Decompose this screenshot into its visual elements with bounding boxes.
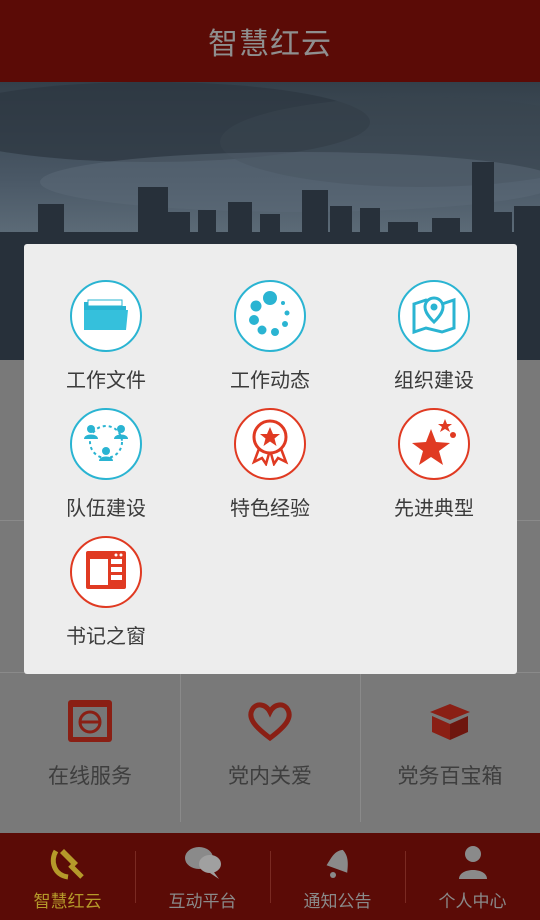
- menu-item-label: 先进典型: [394, 496, 474, 520]
- heart-icon: [180, 698, 360, 746]
- menu-item-label: 特色经验: [230, 496, 310, 520]
- menu-item-work-news[interactable]: 工作动态: [188, 280, 352, 393]
- menu-icon-circle: [70, 280, 142, 352]
- menu-item-label: 队伍建设: [66, 496, 146, 520]
- menu-item-team-building[interactable]: 队伍建设: [24, 408, 188, 521]
- menu-item-label: 工作动态: [230, 368, 310, 392]
- menu-icon-circle: [398, 408, 470, 480]
- service-online[interactable]: 在线服务: [0, 672, 180, 832]
- tab-notices[interactable]: 通知公告: [270, 833, 405, 920]
- map-pin-icon: [410, 292, 458, 340]
- loading-dots-icon: [245, 289, 295, 343]
- tab-label: 个人中心: [438, 892, 507, 912]
- window-icon: [84, 549, 128, 595]
- online-service-icon: [0, 698, 180, 746]
- menu-icon-circle: [398, 280, 470, 352]
- service-label: 党内关爱: [228, 764, 312, 788]
- team-icon: [81, 419, 131, 469]
- service-label: 在线服务: [48, 764, 132, 788]
- tab-label: 互动平台: [168, 892, 237, 912]
- menu-item-label: 组织建设: [394, 368, 474, 392]
- page-title: 智慧红云: [208, 27, 332, 62]
- chat-bubbles-icon: [135, 843, 270, 881]
- menu-item-work-files[interactable]: 工作文件: [24, 280, 188, 393]
- star-icon: [409, 417, 459, 471]
- treasure-box-icon: [360, 698, 540, 746]
- tab-label: 智慧红云: [33, 892, 102, 912]
- bottom-tab-bar: 智慧红云 互动平台 通知公告 个人中心: [0, 833, 540, 920]
- menu-icon-circle: [234, 408, 306, 480]
- tab-interaction[interactable]: 互动平台: [135, 833, 270, 920]
- service-toolbox[interactable]: 党务百宝箱: [360, 672, 540, 832]
- service-care[interactable]: 党内关爱: [180, 672, 360, 832]
- party-emblem-icon: [0, 843, 135, 881]
- app-header: 智慧红云: [0, 0, 540, 82]
- tab-profile[interactable]: 个人中心: [405, 833, 540, 920]
- menu-item-secretary-window[interactable]: 书记之窗: [24, 536, 188, 649]
- award-ribbon-icon: [246, 418, 294, 470]
- tab-home[interactable]: 智慧红云: [0, 833, 135, 920]
- menu-icon-circle: [234, 280, 306, 352]
- menu-item-advanced-models[interactable]: 先进典型: [352, 408, 516, 521]
- menu-icon-circle: [70, 536, 142, 608]
- person-icon: [405, 843, 540, 881]
- bell-icon: [270, 843, 405, 881]
- tab-label: 通知公告: [303, 892, 372, 912]
- menu-item-label: 书记之窗: [66, 624, 146, 648]
- menu-item-org-building[interactable]: 组织建设: [352, 280, 516, 393]
- service-label: 党务百宝箱: [397, 764, 503, 788]
- menu-item-label: 工作文件: [66, 368, 146, 392]
- menu-item-featured-experience[interactable]: 特色经验: [188, 408, 352, 521]
- menu-icon-circle: [70, 408, 142, 480]
- category-menu-popup: 工作文件 工作动态 组织建设 队伍建设 特色经验 先进典型 书记之窗: [24, 244, 517, 674]
- folder-icon: [82, 296, 130, 336]
